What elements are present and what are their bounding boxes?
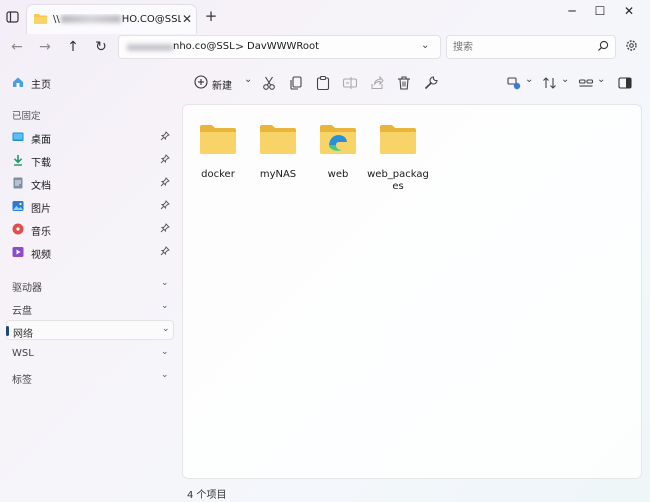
command-bar: 新建 ⌄ ⌄ ⌄ ⌄ <box>182 68 642 98</box>
redacted-text <box>127 44 173 51</box>
new-tab-plus-icon[interactable]: + <box>203 8 219 24</box>
new-button[interactable]: 新建 ⌄ <box>192 72 252 94</box>
chevron-down-icon: ⌄ <box>244 74 253 85</box>
address-bar[interactable]: nho.co@SSL > DavWWWRoot ⌄ <box>118 35 441 59</box>
redacted-text <box>60 15 121 23</box>
pin-icon[interactable] <box>160 223 170 233</box>
gear-icon[interactable] <box>625 39 638 52</box>
folder-item-mynas[interactable]: myNAS <box>247 119 309 201</box>
cut-icon[interactable] <box>260 74 278 92</box>
status-item-count: 4 个项目 <box>187 490 227 501</box>
file-list-pane[interactable]: docker myNAS web web_packages <box>182 104 642 479</box>
folder-item-web-packages[interactable]: web_packages <box>367 119 429 201</box>
music-icon <box>12 223 24 235</box>
search-input[interactable] <box>446 35 616 59</box>
properties-wrench-icon[interactable] <box>422 74 440 92</box>
pin-icon[interactable] <box>160 154 170 164</box>
view-options-icon[interactable] <box>506 74 522 92</box>
folder-icon <box>380 125 416 154</box>
pin-icon[interactable] <box>160 177 170 187</box>
tab-title: \\ HO.CO@SSL\ <box>53 14 181 25</box>
breadcrumb-segment[interactable]: nho.co@SSL <box>173 41 235 55</box>
group-icon[interactable] <box>578 74 594 92</box>
chevron-down-icon[interactable]: ⌄ <box>597 74 605 85</box>
add-circle-icon <box>194 75 208 89</box>
forward-arrow-icon[interactable]: → <box>37 39 53 55</box>
pin-icon[interactable] <box>160 200 170 210</box>
chevron-down-icon[interactable]: ⌄ <box>162 324 170 334</box>
sidebar-item-documents[interactable]: 文档 <box>6 173 174 193</box>
desktop-icon <box>12 132 24 141</box>
minimize-button[interactable]: ─ <box>562 3 582 19</box>
search-icon[interactable] <box>597 40 609 52</box>
active-tab[interactable]: \\ HO.CO@SSL\ ✕ <box>26 4 197 34</box>
pin-icon[interactable] <box>160 131 170 141</box>
folder-item-docker[interactable]: docker <box>187 119 249 201</box>
folder-edge-icon <box>320 125 356 154</box>
back-arrow-icon[interactable]: ← <box>9 39 25 55</box>
sidebar-section-drives[interactable]: 驱动器 ⌄ <box>6 275 174 295</box>
sidebar-item-desktop[interactable]: 桌面 <box>6 127 174 147</box>
paste-icon[interactable] <box>314 74 332 92</box>
folder-icon <box>34 14 47 24</box>
close-button[interactable]: ✕ <box>619 3 639 19</box>
sidebar-section-wsl[interactable]: WSL ⌄ <box>6 344 174 364</box>
sidebar-item-music[interactable]: 音乐 <box>6 219 174 239</box>
video-icon <box>12 247 24 257</box>
chevron-down-icon[interactable]: ⌄ <box>161 278 169 288</box>
close-tab-icon[interactable]: ✕ <box>180 12 194 26</box>
sidebar-section-network[interactable]: 网络 ⌄ <box>6 320 174 340</box>
maximize-button[interactable]: ☐ <box>590 3 610 19</box>
tab-overview-icon[interactable] <box>6 10 19 23</box>
chevron-down-icon[interactable]: ⌄ <box>161 301 169 311</box>
sort-icon[interactable] <box>542 74 558 92</box>
sidebar-item-videos[interactable]: 视频 <box>6 242 174 262</box>
pictures-icon <box>12 201 24 211</box>
breadcrumb-separator[interactable]: > <box>235 40 244 53</box>
breadcrumb-current[interactable]: DavWWWRoot <box>247 41 319 52</box>
document-icon <box>13 177 23 189</box>
delete-icon[interactable] <box>395 74 413 92</box>
folder-icon <box>200 125 236 154</box>
sidebar-item-pictures[interactable]: 图片 <box>6 196 174 216</box>
folder-icon <box>260 125 296 154</box>
home-icon <box>13 77 23 87</box>
chevron-down-icon[interactable]: ⌄ <box>421 40 429 51</box>
sidebar-item-home[interactable]: 主页 <box>6 72 174 92</box>
sidebar-section-tags[interactable]: 标签 ⌄ <box>6 367 174 387</box>
preview-pane-icon[interactable] <box>618 74 632 92</box>
refresh-icon[interactable]: ↻ <box>93 39 109 55</box>
pin-icon[interactable] <box>160 246 170 256</box>
up-arrow-icon[interactable]: ↑ <box>65 39 81 55</box>
sidebar-item-downloads[interactable]: 下载 <box>6 150 174 170</box>
copy-icon[interactable] <box>287 74 305 92</box>
download-icon <box>13 155 23 166</box>
title-bar: \\ HO.CO@SSL\ ✕ + ─ ☐ ✕ <box>0 0 650 34</box>
chevron-down-icon[interactable]: ⌄ <box>161 347 169 357</box>
chevron-down-icon[interactable]: ⌄ <box>561 74 569 85</box>
rename-icon[interactable] <box>341 74 359 92</box>
chevron-down-icon[interactable]: ⌄ <box>525 74 533 85</box>
pinned-section-header: 已固定 <box>12 111 41 122</box>
sidebar-section-cloud[interactable]: 云盘 ⌄ <box>6 298 174 318</box>
chevron-down-icon[interactable]: ⌄ <box>161 370 169 380</box>
share-icon[interactable] <box>368 74 386 92</box>
folder-item-web[interactable]: web <box>307 119 369 201</box>
